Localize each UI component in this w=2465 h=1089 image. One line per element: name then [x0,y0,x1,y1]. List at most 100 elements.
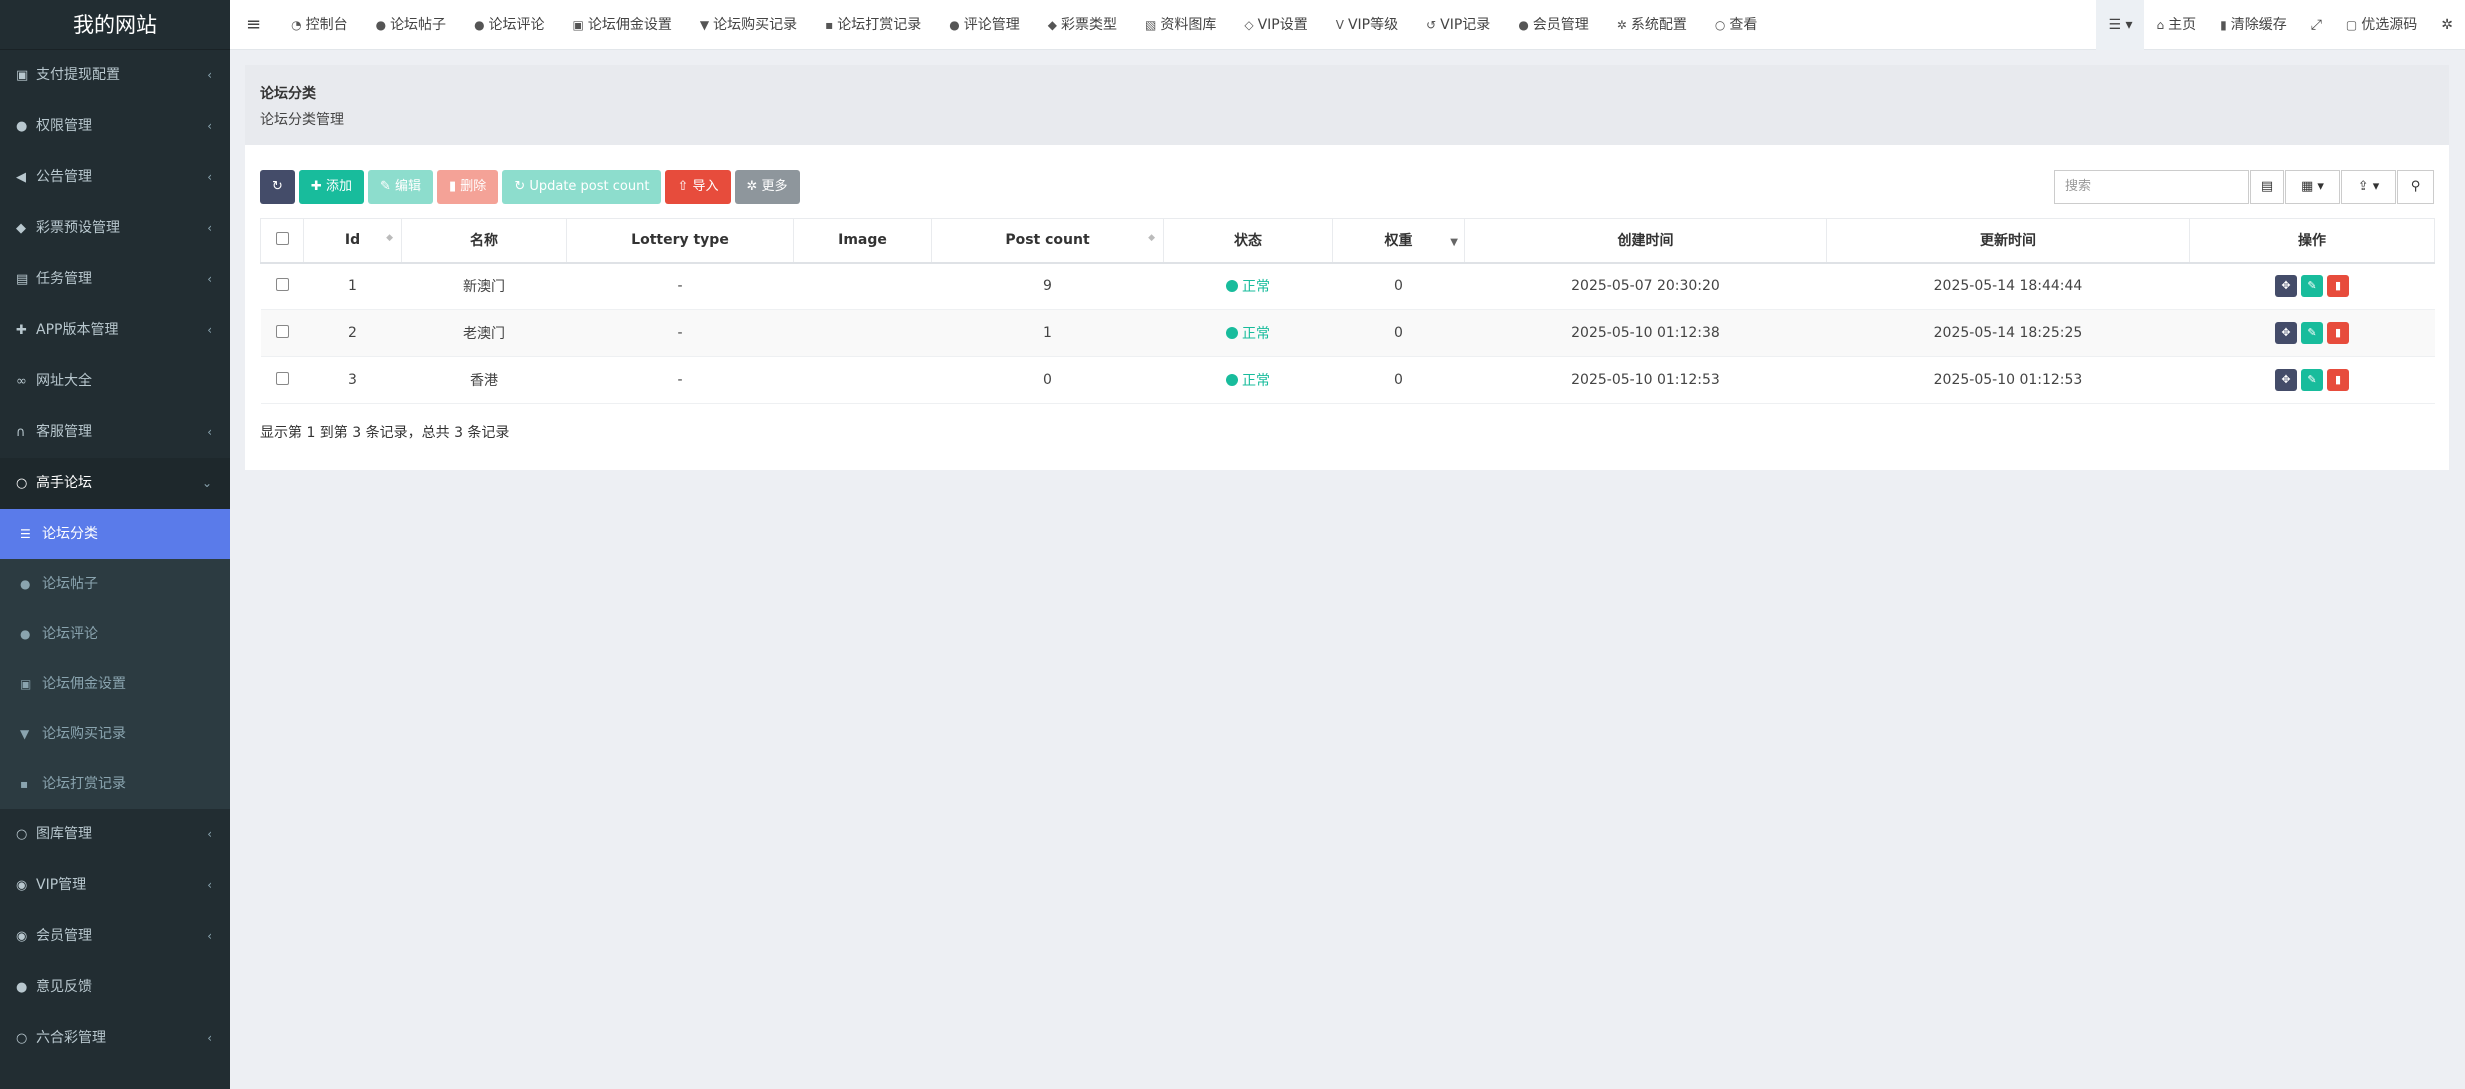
sidebar-subitem-forum-rewards[interactable]: ▪ 论坛打赏记录 [0,759,230,809]
cell-weight: 0 [1332,309,1465,357]
sidebar-item-label: 彩票预设管理 [36,220,120,236]
sidebar-subitem-forum-purchases[interactable]: ▼ 论坛购买记录 [0,709,230,759]
column-header-image: Image [793,218,932,264]
select-all-checkbox[interactable] [275,231,289,245]
row-select-cell [260,356,304,404]
delete-button[interactable]: ▮ 删除 [437,170,499,204]
import-button[interactable]: ⇧ 导入 [665,170,731,204]
topnav-item-forum-posts[interactable]: ● 论坛帖子 [362,0,460,50]
cell-status[interactable]: 正常 [1163,262,1333,310]
settings-button[interactable]: ✲ [2429,0,2465,50]
row-checkbox[interactable] [275,277,289,291]
topnav-item-gallery[interactable]: ▧ 资料图库 [1131,0,1230,50]
dashboard-icon: ◔ [291,17,302,32]
topnav-label: 论坛评论 [488,16,545,33]
cell-created: 2025-05-10 01:12:38 [1464,309,1827,357]
clear-cache-link[interactable]: ▮ 清除缓存 [2208,0,2299,50]
topnav-item-lottery-types[interactable]: ◆ 彩票类型 [1034,0,1131,50]
topnav-item-vip-settings[interactable]: ◇ VIP设置 [1230,0,1321,50]
sidebar-item-permissions[interactable]: ● 权限管理 ‹ [0,101,230,152]
topnav-item-forum-commission[interactable]: ▣ 论坛佣金设置 [559,0,686,50]
fullscreen-button[interactable]: ⤢ [2299,0,2334,50]
row-edit-button[interactable]: ✎ [2301,369,2323,391]
topnav-item-view[interactable]: ○ 查看 [1701,0,1771,50]
update-post-count-button[interactable]: ↻ Update post count [502,170,662,204]
chevron-down-icon: ⌄ [201,476,212,490]
site-brand[interactable]: 我的网站 [0,0,230,50]
cart-icon: ▼ [699,17,710,32]
sidebar-subitem-forum-commission[interactable]: ▣ 论坛佣金设置 [0,659,230,709]
header-label: Post count [1005,232,1090,249]
topnav-item-dashboard[interactable]: ◔ 控制台 [277,0,361,50]
sidebar-item-urls[interactable]: ∞ 网址大全 [0,356,230,407]
sidebar-toggle-icon[interactable]: ≡ [230,14,277,35]
diamond-icon: ◇ [1244,17,1254,32]
sidebar-item-app-version[interactable]: ✚ APP版本管理 ‹ [0,305,230,356]
row-checkbox[interactable] [275,371,289,385]
sidebar-item-lottery-preset[interactable]: ◆ 彩票预设管理 ‹ [0,203,230,254]
cell-actions: ✥ ✎ ▮ [2189,262,2435,310]
row-delete-button[interactable]: ▮ [2327,322,2349,344]
sidebar-item-announcements[interactable]: ◀ 公告管理 ‹ [0,152,230,203]
home-link[interactable]: ⌂ 主页 [2144,0,2208,50]
gear-icon: ✲ [1616,17,1627,32]
sidebar-subitem-forum-category[interactable]: ☰ 论坛分类 [0,509,230,559]
forum-submenu: ☰ 论坛分类 ● 论坛帖子 ● 论坛评论 ▣ 论坛佣金设置 ▼ 论坛购买记录 ▪ 论坛打赏记… [0,509,230,809]
chevron-left-icon: ‹ [207,929,212,943]
edit-button[interactable]: ✎ 编辑 [367,170,433,204]
money-icon: ▣ [572,17,584,32]
cell-actions: ✥ ✎ ▮ [2189,356,2435,404]
cell-weight: 0 [1332,356,1465,404]
sidebar-item-feedback[interactable]: ● 意见反馈 [0,962,230,1013]
row-checkbox[interactable] [275,324,289,338]
drag-button[interactable]: ✥ [2275,369,2297,391]
topnav-label: 论坛购买记录 [713,16,798,33]
drag-button[interactable]: ✥ [2275,275,2297,298]
sidebar-subitem-forum-posts[interactable]: ● 论坛帖子 [0,559,230,609]
topnav-item-vip-levels[interactable]: V VIP等级 [1322,0,1412,50]
refresh-button[interactable]: ↻ [260,170,295,204]
toggle-view-button[interactable]: ▤ [2250,170,2284,204]
advanced-search-button[interactable]: ⚲ [2397,170,2434,204]
topnav-item-forum-purchases[interactable]: ▼ 论坛购买记录 [686,0,811,50]
sidebar-item-tasks[interactable]: ▤ 任务管理 ‹ [0,254,230,305]
topnav-item-system-config[interactable]: ✲ 系统配置 [1603,0,1701,50]
columns-button[interactable]: ▦ ▾ [2285,170,2340,204]
topnav-item-forum-comments[interactable]: ● 论坛评论 [460,0,558,50]
column-header-weight[interactable]: 权重 ▼ [1332,218,1465,264]
column-header-id[interactable]: Id ◆ [303,218,402,264]
table-header-row: Id ◆ 名称 Lottery type Image Post count ◆ 状态… [260,218,2435,264]
user-menu[interactable]: ▢ 优选源码 [2334,0,2429,50]
search-input[interactable]: 搜索 [2054,170,2249,204]
topnav-item-vip-records[interactable]: ↺ VIP记录 [1412,0,1504,50]
nav-dropdown-button[interactable]: ☰ ▾ [2096,0,2145,50]
topnav-item-members[interactable]: ● 会员管理 [1504,0,1602,50]
sidebar-item-members[interactable]: ◉ 会员管理 ‹ [0,911,230,962]
sidebar-item-vip[interactable]: ◉ VIP管理 ‹ [0,860,230,911]
row-edit-button[interactable]: ✎ [2301,275,2323,298]
refresh-icon: ↻ [514,179,530,194]
sidebar-item-gallery[interactable]: ○ 图库管理 ‹ [0,809,230,860]
sidebar-item-label: 论坛分类 [42,526,98,542]
topnav-item-forum-rewards[interactable]: ▪ 论坛打赏记录 [811,0,935,50]
sidebar-item-support[interactable]: ∩ 客服管理 ‹ [0,407,230,458]
header-label: Id [344,232,361,249]
column-header-post-count[interactable]: Post count ◆ [931,218,1164,264]
chevron-left-icon: ‹ [207,878,212,892]
add-button[interactable]: ✚ 添加 [298,170,364,204]
cell-status[interactable]: 正常 [1163,356,1333,404]
export-icon: ⇪ ▾ [2357,179,2380,194]
cell-status[interactable]: 正常 [1163,309,1333,357]
sidebar-item-payment[interactable]: ▣ 支付提现配置 ‹ [0,50,230,101]
topnav-item-comment-mgmt[interactable]: ● 评论管理 [935,0,1033,50]
sidebar-item-mark-six[interactable]: ○ 六合彩管理 ‹ [0,1013,230,1064]
row-delete-button[interactable]: ▮ [2327,275,2349,298]
row-edit-button[interactable]: ✎ [2301,322,2323,344]
list-view-icon: ▤ [2260,179,2274,194]
sidebar-item-forum[interactable]: ○ 高手论坛 ⌄ [0,458,230,509]
export-button[interactable]: ⇪ ▾ [2341,170,2396,204]
drag-button[interactable]: ✥ [2275,322,2297,344]
sidebar-subitem-forum-comments[interactable]: ● 论坛评论 [0,609,230,659]
more-button[interactable]: ✲ 更多 [734,170,800,204]
row-delete-button[interactable]: ▮ [2327,369,2349,391]
